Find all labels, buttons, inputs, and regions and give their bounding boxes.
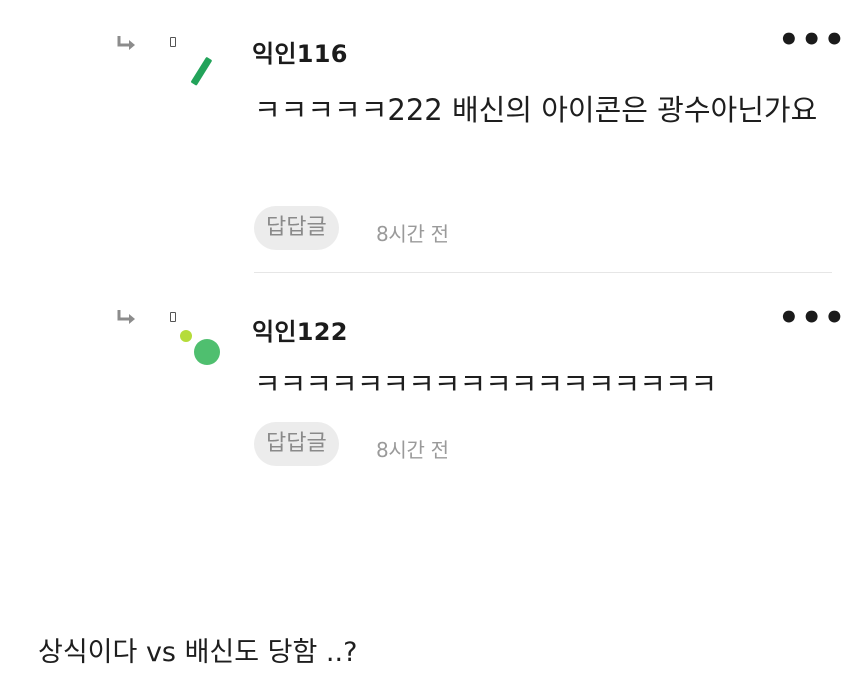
indent-mark-icon [170,312,176,322]
comment-text: ㅋㅋㅋㅋㅋㅋㅋㅋㅋㅋㅋㅋㅋㅋㅋㅋㅋㅋ [254,367,717,401]
indent-mark-icon [170,37,176,47]
comment-author[interactable]: 익인116 [252,34,348,69]
green-dots-icon [180,330,220,365]
reply-button[interactable]: 답답글 [254,422,339,466]
post-title: 상식이다 vs 배신도 당함 ..? [38,637,358,668]
reply-button[interactable]: 답답글 [254,206,339,250]
reply-arrow-icon [117,36,135,50]
more-options-button[interactable]: ••• [778,23,846,57]
comment-author[interactable]: 익인122 [252,312,348,347]
green-dash-icon [191,57,212,86]
comment-text: ㅋㅋㅋㅋㅋ222 배신의 아이콘은 광수아닌가요 [254,93,818,127]
more-options-button[interactable]: ••• [778,301,846,335]
reply-arrow-icon [117,310,135,324]
divider [254,272,832,273]
comment-time: 8시간 전 [376,438,449,462]
comment-time: 8시간 전 [376,222,449,246]
